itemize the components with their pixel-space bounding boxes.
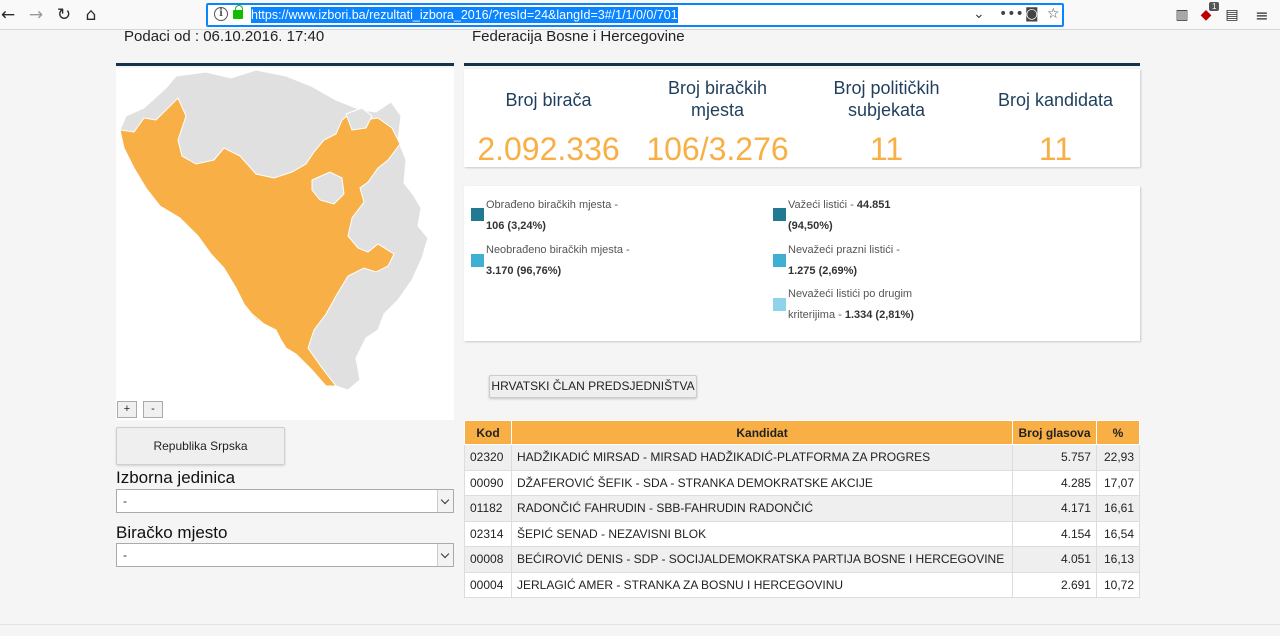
cell-percent: 16,54: [1095, 520, 1141, 547]
legend-panel: Obrađeno biračkih mjesta - 106 (3,24%) N…: [464, 186, 1140, 341]
cell-code: 00008: [464, 546, 512, 573]
table-row[interactable]: 02320 HADŽIKADIĆ MIRSAD - MIRSAD HADŽIKA…: [464, 444, 1141, 471]
cell-code: 02314: [464, 520, 512, 547]
cell-votes: 4.051: [1012, 546, 1097, 573]
cell-candidate: HADŽIKADIĆ MIRSAD - MIRSAD HADŽIKADIĆ-PL…: [510, 444, 1014, 471]
stat-value: 2.092.336: [477, 131, 620, 167]
republika-srpska-button[interactable]: Republika Srpska: [116, 427, 285, 465]
cell-percent: 16,61: [1095, 495, 1141, 522]
page-actions-icon[interactable]: •••: [999, 6, 1024, 22]
stat-label: Broj političkih: [833, 78, 940, 98]
col-header-code[interactable]: Kod: [464, 420, 512, 445]
library-icon[interactable]: ▥: [1170, 3, 1194, 27]
cell-code: 00090: [464, 469, 512, 496]
izborna-jedinica-label: Izborna jedinica: [116, 468, 236, 487]
stat-value: 11: [1038, 131, 1073, 167]
cell-code: 01182: [464, 495, 512, 522]
zoom-in-button[interactable]: +: [117, 401, 137, 418]
table-row[interactable]: 01182 RADONČIĆ FAHRUDIN - SBB-FAHRUDIN R…: [464, 495, 1141, 522]
cell-candidate: BEĆIROVIĆ DENIS - SDP - SOCIJALDEMOKRATS…: [510, 546, 1014, 573]
stat-label: Broj birača: [505, 90, 592, 110]
table-row[interactable]: 00008 BEĆIROVIĆ DENIS - SDP - SOCIJALDEM…: [464, 546, 1141, 573]
results-table: Kod Kandidat Broj glasova % 02320 HADŽIK…: [464, 420, 1141, 598]
legend-swatch: [471, 254, 484, 267]
lock-icon: [233, 5, 243, 19]
legend-swatch: [773, 298, 786, 311]
cell-code: 02320: [464, 444, 512, 471]
legend-invalid-empty: Nevažeći prazni listići - 1.275 (2,69%): [788, 244, 900, 277]
menu-icon[interactable]: ≡: [1250, 3, 1274, 27]
table-header-row: Kod Kandidat Broj glasova %: [464, 420, 1141, 445]
cell-percent: 22,93: [1095, 444, 1141, 471]
legend-unprocessed: Neobrađeno biračkih mjesta - 3.170 (96,7…: [486, 244, 630, 277]
home-icon[interactable]: ⌂: [79, 3, 103, 27]
bih-map[interactable]: [116, 68, 454, 420]
stat-label-line2: mjesta: [690, 100, 744, 120]
stat-label: Broj biračkih: [667, 78, 768, 98]
chevron-down-icon[interactable]: [437, 490, 453, 512]
bookmark-star-icon[interactable]: ☆: [1047, 6, 1060, 22]
page-footer: [0, 624, 1280, 636]
stats-panel: Broj birača 2.092.336 Broj biračkih mjes…: [464, 69, 1140, 167]
timestamp-text: Podaci od : 06.10.2016. 17:40: [124, 30, 325, 45]
legend-swatch: [773, 208, 786, 221]
cell-candidate: JERLAGIĆ AMER - STRANKA ZA BOSNU I HERCE…: [510, 571, 1014, 598]
cell-percent: 17,07: [1095, 469, 1141, 496]
col-header-candidate[interactable]: Kandidat: [510, 420, 1014, 445]
col-header-percent[interactable]: %: [1095, 420, 1141, 445]
cell-percent: 16,13: [1095, 546, 1141, 573]
legend-valid-ballots: Važeći listići - 44.851 (94,50%): [788, 199, 891, 232]
stat-label-line2: subjekata: [847, 100, 926, 120]
chevron-down-icon[interactable]: [437, 544, 453, 566]
extension-badge: 1: [1209, 2, 1220, 11]
cell-candidate: DŽAFEROVIĆ ŠEFIK - SDA - STRANKA DEMOKRA…: [510, 469, 1014, 496]
table-row[interactable]: 00004 JERLAGIĆ AMER - STRANKA ZA BOSNU I…: [464, 571, 1141, 598]
browser-toolbar: ← → ↻ ⌂ i https://www.izbori.ba/rezultat…: [0, 0, 1280, 30]
forward-icon[interactable]: →: [24, 3, 48, 27]
data-timestamp-header: Podaci od : 06.10.2016. 17:40: [116, 30, 454, 66]
cell-votes: 5.757: [1012, 444, 1097, 471]
izborna-jedinica-select[interactable]: -: [116, 489, 454, 513]
izborna-jedinica-value: -: [123, 494, 127, 508]
legend-invalid-other: Nevažeći listići po drugim kriterijima -…: [788, 288, 914, 321]
cell-percent: 10,72: [1095, 571, 1141, 598]
address-bar[interactable]: i https://www.izbori.ba/rezultati_izbora…: [206, 3, 1064, 27]
reload-icon[interactable]: ↻: [52, 3, 76, 27]
cell-candidate: RADONČIĆ FAHRUDIN - SBB-FAHRUDIN RADONČI…: [510, 495, 1014, 522]
table-row[interactable]: 00090 DŽAFEROVIĆ ŠEFIK - SDA - STRANKA D…: [464, 469, 1141, 496]
biracko-mjesto-value: -: [123, 548, 127, 562]
map-panel[interactable]: [116, 68, 454, 420]
legend-swatch: [471, 208, 484, 221]
zoom-out-button[interactable]: -: [143, 401, 163, 418]
entity-title: Federacija Bosne i Hercegovine: [472, 30, 685, 45]
legend-processed: Obrađeno biračkih mjesta - 106 (3,24%): [486, 199, 619, 232]
back-icon[interactable]: ←: [0, 3, 20, 27]
cell-candidate: ŠEPIĆ SENAD - NEZAVISNI BLOK: [510, 520, 1014, 547]
cell-code: 00004: [464, 571, 512, 598]
biracko-mjesto-label: Biračko mjesto: [116, 523, 228, 542]
cell-votes: 2.691: [1012, 571, 1097, 598]
dropdown-icon[interactable]: ⌄: [973, 6, 985, 22]
sidebar-icon[interactable]: ▤: [1220, 3, 1244, 27]
entity-header: Federacija Bosne i Hercegovine: [464, 30, 1140, 66]
tab-croat-member-presidency[interactable]: HRVATSKI ČLAN PREDSJEDNIŠTVA: [489, 375, 697, 398]
col-header-votes[interactable]: Broj glasova: [1012, 420, 1097, 445]
table-row[interactable]: 02314 ŠEPIĆ SENAD - NEZAVISNI BLOK 4.154…: [464, 520, 1141, 547]
info-icon[interactable]: i: [214, 7, 228, 21]
stat-value: 106/3.276: [646, 131, 789, 167]
stat-label: Broj kandidata: [997, 90, 1114, 110]
cell-votes: 4.171: [1012, 495, 1097, 522]
legend-swatch: [773, 254, 786, 267]
cell-votes: 4.285: [1012, 469, 1097, 496]
stat-value: 11: [869, 131, 904, 167]
pocket-icon[interactable]: ◙: [1025, 6, 1039, 22]
cell-votes: 4.154: [1012, 520, 1097, 547]
url-text[interactable]: https://www.izbori.ba/rezultati_izbora_2…: [251, 7, 678, 23]
biracko-mjesto-select[interactable]: -: [116, 543, 454, 567]
